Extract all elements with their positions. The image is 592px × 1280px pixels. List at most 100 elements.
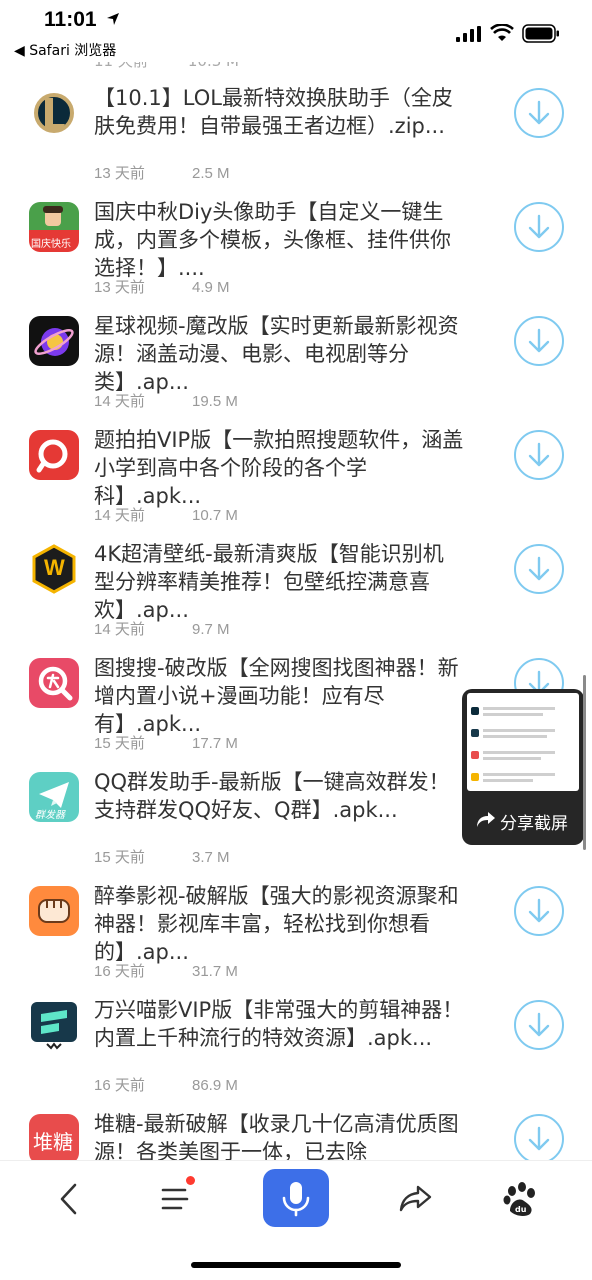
download-arrow-icon (528, 1012, 550, 1037)
item-size: 19.5 M (192, 393, 238, 410)
battery-icon (522, 24, 559, 43)
thumb-line (483, 707, 555, 710)
item-size: 3.7 M (192, 849, 230, 866)
item-title[interactable]: 国庆中秋Diy头像助手【自定义一键生成，内置多个模板，头像框、挂件供你选择！】.… (94, 198, 464, 282)
back-to-safari-link[interactable]: ◀ Safari 浏览器 (14, 40, 116, 60)
download-button[interactable] (514, 544, 564, 594)
item-meta: 13 天前 4.9 M (94, 276, 230, 297)
thumb-icon (471, 707, 479, 715)
icon-label: 群发器 (35, 810, 65, 821)
filmora-icon (29, 1000, 79, 1050)
thumb-line (483, 713, 543, 716)
item-date: 13 天前 (94, 279, 145, 296)
thumb-line (483, 757, 541, 760)
item-size: 2.5 M (192, 165, 230, 182)
baidu-paw-icon: du (503, 1182, 535, 1216)
thumb-icon (471, 751, 479, 759)
item-meta: 16 天前 86.9 M (94, 1074, 238, 1095)
download-button[interactable] (514, 1000, 564, 1050)
icon-label: 堆糖 (33, 1130, 73, 1154)
download-arrow-icon (528, 1126, 550, 1151)
download-button[interactable] (514, 88, 564, 138)
list-item[interactable]: 国庆快乐 国庆中秋Diy头像助手【自定义一键生成，内置多个模板，头像框、挂件供你… (0, 194, 592, 308)
thumb-line (483, 751, 555, 754)
download-arrow-icon (528, 328, 550, 353)
list-item[interactable]: 星球视频-魔改版【实时更新最新影视资源！涵盖动漫、电影、电视剧等分类】.ap..… (0, 308, 592, 422)
planet-icon (29, 316, 79, 366)
item-date: 13 天前 (94, 165, 145, 182)
cellular-signal-icon (456, 26, 481, 42)
download-button[interactable] (514, 202, 564, 252)
download-button[interactable] (514, 430, 564, 480)
back-button[interactable] (48, 1177, 92, 1221)
image-search-icon (29, 658, 79, 708)
thumb-line (483, 779, 533, 782)
download-button[interactable] (514, 886, 564, 936)
location-arrow-icon (107, 13, 119, 25)
screenshot-preview[interactable]: 分享截屏 (462, 689, 584, 845)
svg-text:du: du (515, 1205, 527, 1214)
icon-label: W (44, 555, 65, 580)
fist-icon (29, 886, 79, 936)
item-size: 86.9 M (192, 1077, 238, 1094)
download-arrow-icon (528, 556, 550, 581)
voice-search-button[interactable] (263, 1169, 329, 1227)
screenshot-thumbnail (467, 693, 579, 791)
download-button[interactable] (514, 316, 564, 366)
guoqing-icon: 国庆快乐 (29, 202, 79, 252)
thumb-icon (471, 729, 479, 737)
search-photo-icon (29, 430, 79, 480)
baidu-button[interactable]: du (498, 1177, 542, 1221)
list-item[interactable]: W 4K超清壁纸-最新清爽版【智能识别机型分辨率精美推荐！包壁纸控满意喜欢】.a… (0, 536, 592, 650)
item-title[interactable]: 堆糖-最新破解【收录几十亿高清优质图源！各类美图于一体，已去除 (94, 1110, 464, 1166)
list-item[interactable]: 【10.1】LOL最新特效换肤助手（全皮肤免费用！自带最强王者边框）.zip..… (0, 80, 592, 194)
thumb-icon (471, 773, 479, 781)
item-date: 14 天前 (94, 393, 145, 410)
download-arrow-icon (528, 214, 550, 239)
thumb-line (483, 773, 555, 776)
home-indicator[interactable] (191, 1262, 401, 1268)
item-title[interactable]: 星球视频-魔改版【实时更新最新影视资源！涵盖动漫、电影、电视剧等分类】.ap..… (94, 312, 464, 396)
item-meta: 16 天前 31.7 M (94, 960, 238, 981)
item-title[interactable]: 【10.1】LOL最新特效换肤助手（全皮肤免费用！自带最强王者边框）.zip..… (94, 84, 464, 140)
wifi-icon (490, 24, 514, 41)
item-size: 31.7 M (192, 963, 238, 980)
item-meta: 15 天前 3.7 M (94, 846, 230, 867)
share-button[interactable] (394, 1177, 438, 1221)
status-bar: 11:01 ◀ Safari 浏览器 (0, 0, 592, 62)
item-title[interactable]: 万兴喵影VIP版【非常强大的剪辑神器！内置上千种流行的特效资源】.apk... (94, 996, 464, 1052)
share-screenshot-label[interactable]: 分享截屏 (500, 809, 568, 834)
list-item[interactable]: 万兴喵影VIP版【非常强大的剪辑神器！内置上千种流行的特效资源】.apk... … (0, 992, 592, 1106)
item-title[interactable]: QQ群发助手-最新版【一键高效群发！支持群发QQ好友、Q群】.apk... (94, 768, 464, 824)
item-meta: 14 天前 9.7 M (94, 618, 230, 639)
item-title[interactable]: 题拍拍VIP版【一款拍照搜题软件，涵盖小学到高中各个阶段的各个学科】.apk..… (94, 426, 464, 510)
microphone-icon (282, 1182, 310, 1217)
notification-dot (186, 1176, 195, 1185)
item-meta: 13 天前 2.5 M (94, 162, 230, 183)
item-size: 17.7 M (192, 735, 238, 752)
item-size: 9.7 M (192, 621, 230, 638)
list-item[interactable]: 醉拳影视-破解版【强大的影视资源聚和神器！影视库丰富，轻松找到你想看的】.ap.… (0, 878, 592, 992)
item-date: 14 天前 (94, 621, 145, 638)
item-date: 14 天前 (94, 507, 145, 524)
item-title[interactable]: 图搜搜-破改版【全网搜图找图神器！新增内置小说+漫画功能！应有尽有】.apk..… (94, 654, 464, 738)
thumb-line (483, 735, 547, 738)
item-size: 10.7 M (192, 507, 238, 524)
download-button[interactable] (514, 1114, 564, 1164)
share-icon (399, 1185, 432, 1212)
list-item[interactable]: 题拍拍VIP版【一款拍照搜题软件，涵盖小学到高中各个阶段的各个学科】.apk..… (0, 422, 592, 536)
duitang-icon: 堆糖 (29, 1114, 79, 1164)
item-date: 15 天前 (94, 849, 145, 866)
item-date: 16 天前 (94, 963, 145, 980)
share-arrow-icon (477, 812, 495, 827)
download-arrow-icon (528, 898, 550, 923)
status-time: 11:01 (44, 8, 97, 31)
wallpaper-w-icon: W (29, 544, 79, 594)
item-meta: 14 天前 10.7 M (94, 504, 238, 525)
item-date: 15 天前 (94, 735, 145, 752)
item-title[interactable]: 4K超清壁纸-最新清爽版【智能识别机型分辨率精美推荐！包壁纸控满意喜欢】.ap.… (94, 540, 464, 624)
item-size: 4.9 M (192, 279, 230, 296)
scrollbar[interactable] (583, 675, 586, 850)
item-title[interactable]: 醉拳影视-破解版【强大的影视资源聚和神器！影视库丰富，轻松找到你想看的】.ap.… (94, 882, 464, 966)
download-arrow-icon (528, 100, 550, 125)
